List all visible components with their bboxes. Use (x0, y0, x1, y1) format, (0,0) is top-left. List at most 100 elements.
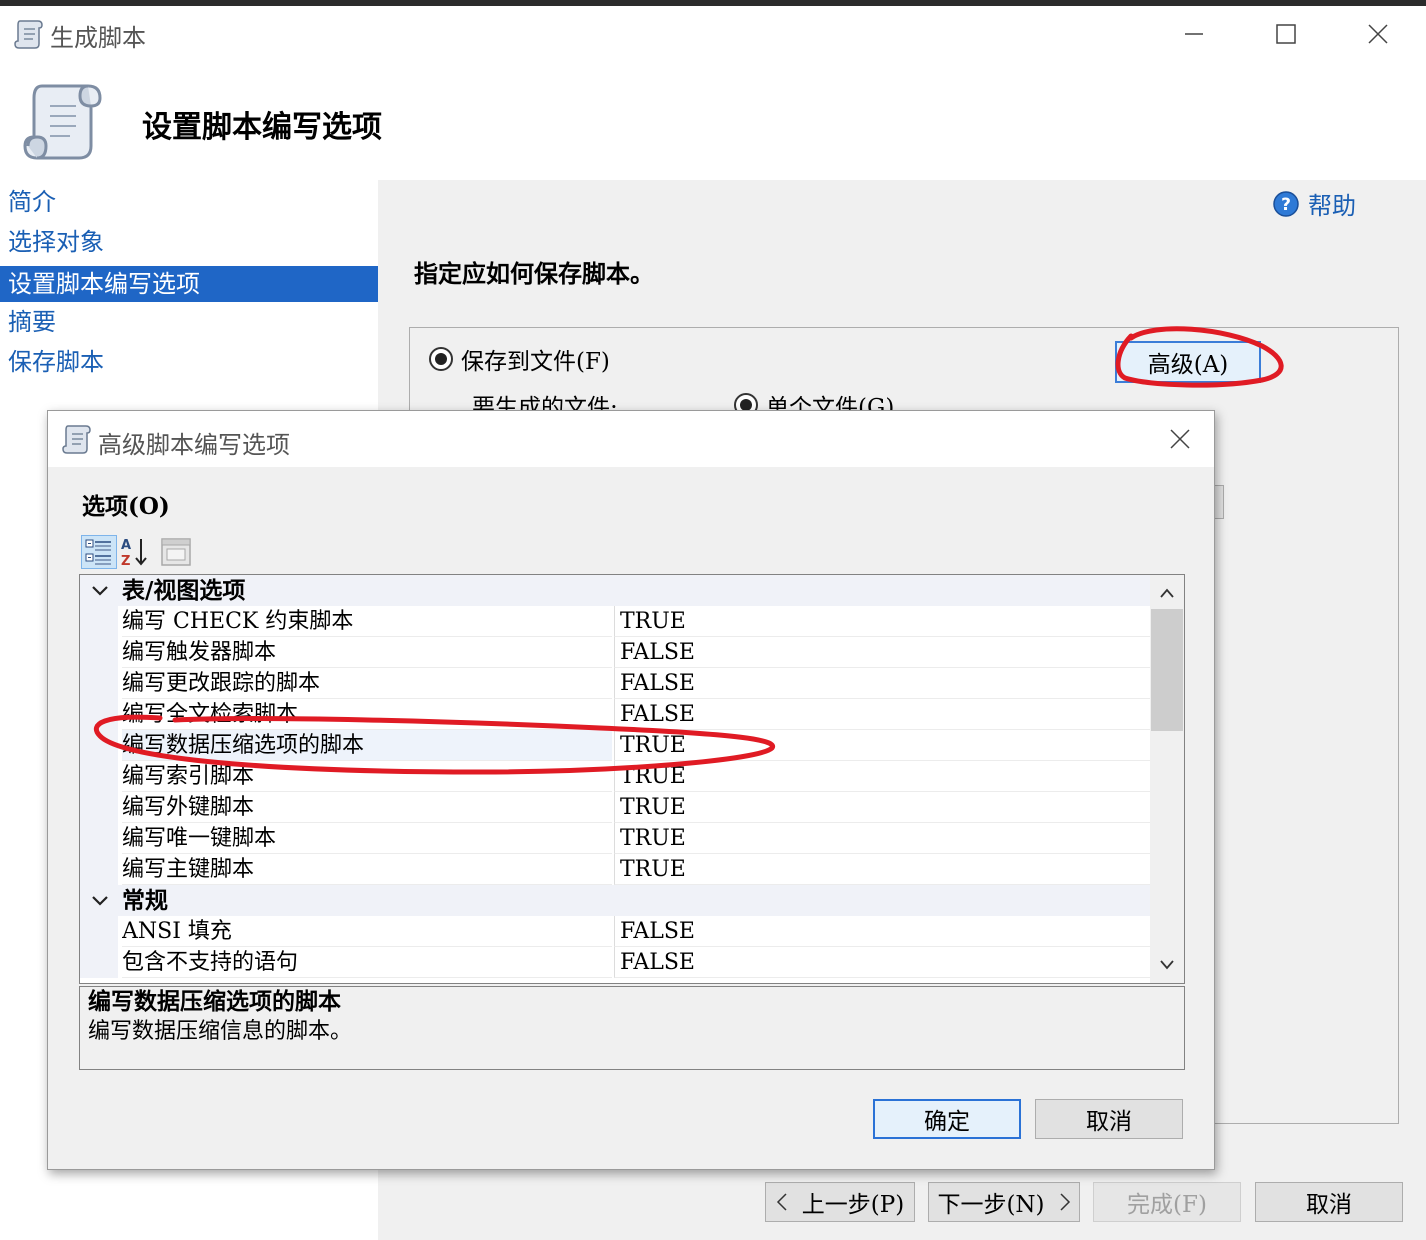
previous-button[interactable]: 上一步(P) (765, 1182, 915, 1222)
row-gutter (80, 947, 118, 978)
property-value[interactable]: FALSE (614, 947, 1150, 978)
property-row[interactable]: 编写触发器脚本 FALSE (80, 637, 1150, 668)
property-grid: 表/视图选项 编写 CHECK 约束脚本 TRUE 编写触发器脚本 FALSE … (79, 574, 1185, 984)
sidebar-item-summary[interactable]: 摘要 (0, 304, 378, 340)
scroll-thumb[interactable] (1151, 609, 1183, 731)
property-row-selected[interactable]: 编写数据压缩选项的脚本 TRUE (80, 730, 1150, 761)
close-button[interactable] (1348, 14, 1408, 54)
property-value[interactable]: TRUE (614, 823, 1150, 854)
close-icon (1368, 24, 1388, 44)
chevron-up-icon (1160, 588, 1174, 598)
script-icon (23, 84, 102, 160)
description-title: 编写数据压缩选项的脚本 (88, 988, 341, 1015)
minimize-icon (1185, 33, 1203, 35)
save-to-file-label: 保存到文件(F) (461, 349, 610, 375)
chevron-down-icon (1160, 960, 1174, 970)
dialog-titlebar: 高级脚本编写选项 (48, 411, 1214, 467)
property-value[interactable]: TRUE (614, 854, 1150, 885)
property-row[interactable]: 编写主键脚本 TRUE (80, 854, 1150, 885)
instruction-text: 指定应如何保存脚本。 (414, 259, 654, 288)
row-gutter (80, 916, 118, 947)
close-icon (1170, 429, 1190, 449)
wizard-cancel-button[interactable]: 取消 (1255, 1182, 1403, 1222)
categorized-view-button[interactable] (81, 535, 117, 569)
sidebar-item-scripting-options[interactable]: 设置脚本编写选项 (0, 266, 378, 302)
property-pages-button[interactable] (159, 535, 193, 569)
svg-text:Z: Z (121, 554, 130, 568)
property-name: 编写数据压缩选项的脚本 (122, 730, 612, 761)
description-panel: 编写数据压缩选项的脚本 编写数据压缩信息的脚本。 (79, 986, 1185, 1070)
options-label: 选项(O) (82, 493, 170, 520)
row-gutter (80, 606, 118, 637)
property-row[interactable]: 编写外键脚本 TRUE (80, 792, 1150, 823)
advanced-options-dialog: 高级脚本编写选项 选项(O) A Z 表/视图选项 编写 CHECK 约束脚本 … (47, 410, 1215, 1170)
property-row[interactable]: 编写全文检索脚本 FALSE (80, 699, 1150, 730)
next-label: 下一步(N) (937, 1192, 1045, 1218)
description-text: 编写数据压缩信息的脚本。 (88, 1019, 353, 1044)
property-name: ANSI 填充 (122, 916, 612, 947)
property-value[interactable]: FALSE (614, 699, 1150, 730)
property-value[interactable]: FALSE (614, 668, 1150, 699)
sort-alphabetical-button[interactable]: A Z (118, 535, 152, 569)
svg-text:?: ? (1281, 195, 1291, 215)
previous-label: 上一步(P) (801, 1192, 905, 1218)
maximize-icon (1276, 24, 1296, 44)
chevron-down-icon[interactable] (90, 579, 110, 601)
scroll-down-button[interactable] (1150, 949, 1184, 981)
dialog-title: 高级脚本编写选项 (98, 431, 290, 459)
vertical-scrollbar[interactable] (1150, 575, 1184, 983)
property-row[interactable]: 编写索引脚本 TRUE (80, 761, 1150, 792)
category-label: 表/视图选项 (122, 577, 246, 604)
maximize-button[interactable] (1256, 14, 1316, 54)
categorized-icon (85, 539, 111, 565)
property-name: 编写触发器脚本 (122, 637, 612, 668)
sidebar-item-choose-objects[interactable]: 选择对象 (0, 224, 378, 260)
minimize-button[interactable] (1164, 14, 1224, 54)
browse-button-edge[interactable] (1214, 485, 1224, 519)
ok-button[interactable]: 确定 (873, 1099, 1021, 1139)
sidebar-item-intro[interactable]: 简介 (0, 184, 378, 220)
chevron-down-icon[interactable] (90, 889, 110, 911)
chevron-left-icon (776, 1193, 787, 1211)
property-name: 编写索引脚本 (122, 761, 612, 792)
row-gutter (80, 823, 118, 854)
wizard-header: 设置脚本编写选项 (0, 62, 1426, 180)
property-row[interactable]: 编写唯一键脚本 TRUE (80, 823, 1150, 854)
finish-button[interactable]: 完成(F) (1093, 1182, 1241, 1222)
property-name: 编写全文检索脚本 (122, 699, 612, 730)
help-icon: ? (1273, 190, 1299, 217)
scroll-up-button[interactable] (1150, 577, 1184, 609)
category-label: 常规 (122, 887, 168, 914)
radio-button (429, 347, 453, 371)
page-title: 设置脚本编写选项 (142, 110, 382, 145)
row-gutter (80, 730, 118, 761)
row-gutter (80, 761, 118, 792)
property-value[interactable]: FALSE (614, 637, 1150, 668)
advanced-button[interactable]: 高级(A) (1115, 341, 1261, 383)
property-name: 编写外键脚本 (122, 792, 612, 823)
sidebar-item-save-scripts[interactable]: 保存脚本 (0, 344, 378, 380)
help-link[interactable]: ? 帮助 (1272, 186, 1356, 221)
property-value[interactable]: TRUE (614, 606, 1150, 637)
property-name: 编写 CHECK 约束脚本 (122, 606, 612, 637)
property-row[interactable]: ANSI 填充 FALSE (80, 916, 1150, 947)
property-row[interactable]: 编写更改跟踪的脚本 FALSE (80, 668, 1150, 699)
chevron-right-icon (1060, 1193, 1070, 1211)
script-icon (62, 425, 91, 454)
next-button[interactable]: 下一步(N) (928, 1182, 1080, 1222)
window-titlebar: 生成脚本 (0, 6, 1426, 62)
script-icon (14, 20, 43, 49)
row-gutter (80, 668, 118, 699)
property-row[interactable]: 编写 CHECK 约束脚本 TRUE (80, 606, 1150, 637)
property-value[interactable]: TRUE (614, 730, 1150, 761)
property-value[interactable]: TRUE (614, 761, 1150, 792)
help-label: 帮助 (1308, 192, 1356, 220)
property-row[interactable]: 包含不支持的语句 FALSE (80, 947, 1150, 978)
property-value[interactable]: FALSE (614, 916, 1150, 947)
dialog-cancel-button[interactable]: 取消 (1035, 1099, 1183, 1139)
sort-az-icon: A Z (121, 538, 147, 568)
save-to-file-radio[interactable]: 保存到文件(F) (429, 342, 610, 376)
property-name: 包含不支持的语句 (122, 947, 612, 978)
property-value[interactable]: TRUE (614, 792, 1150, 823)
dialog-close-button[interactable] (1152, 419, 1208, 459)
